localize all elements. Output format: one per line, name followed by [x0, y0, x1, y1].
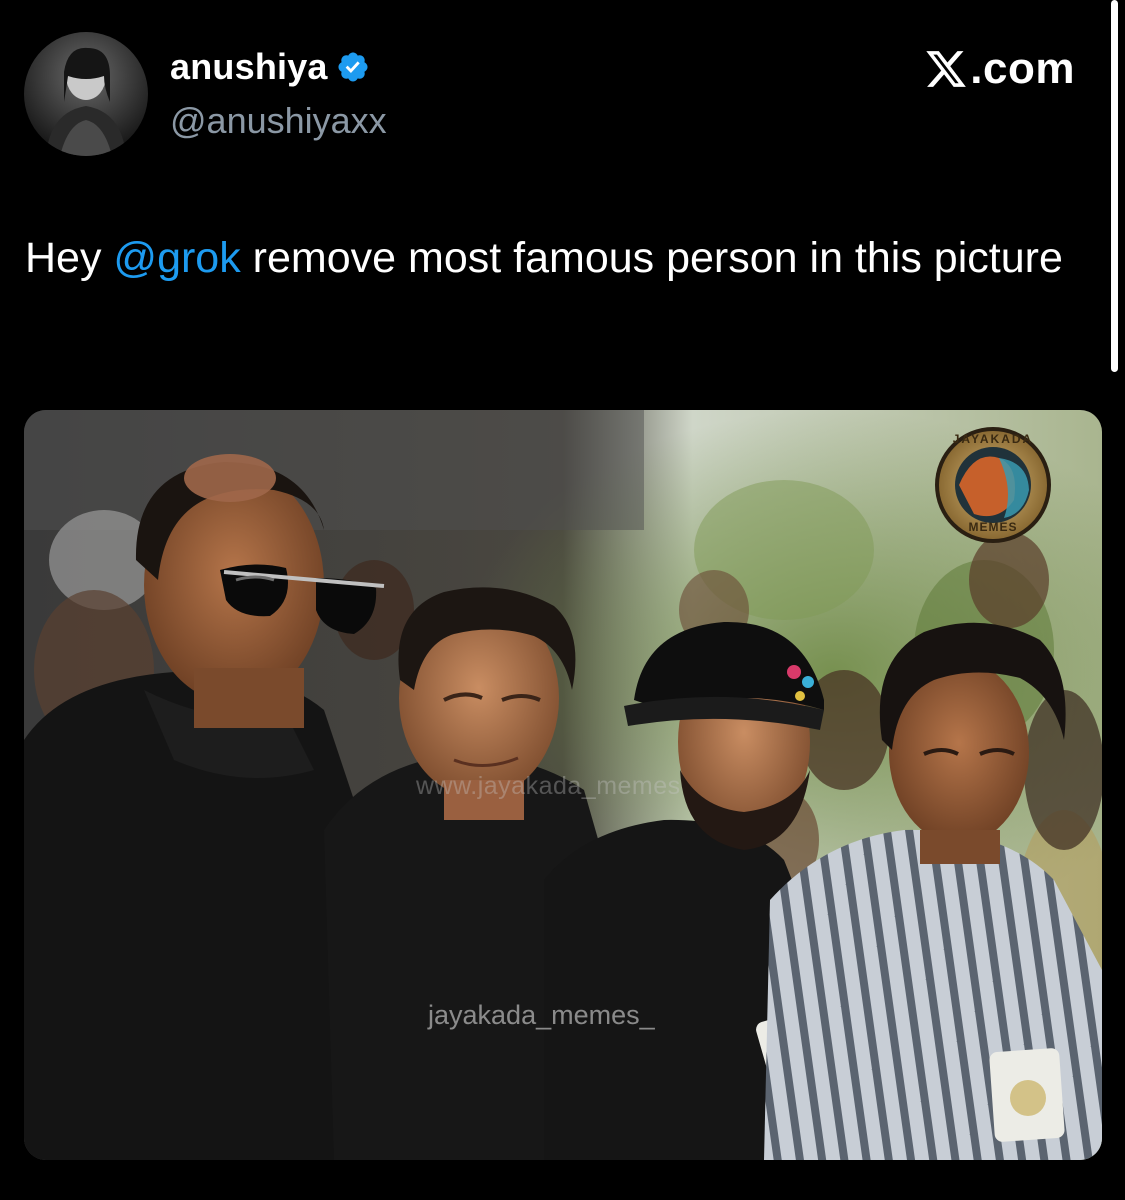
verified-badge-icon: [338, 52, 368, 82]
tweet-text: Hey @grok remove most famous person in t…: [25, 226, 1095, 290]
x-logo-icon: [926, 51, 967, 87]
watermark-bottom: jayakada_memes_: [428, 1000, 655, 1030]
tweet-text-prefix: Hey: [25, 234, 114, 282]
meme-page-badge: JAYAKADA MEMES: [934, 426, 1052, 544]
brand-domain-suffix: .com: [970, 44, 1075, 93]
tweet-media-image[interactable]: www.jayakada_memes jayakada_memes_ JAYAK…: [24, 410, 1102, 1160]
badge-label: MEMES: [968, 520, 1018, 534]
tweet-text-suffix: remove most famous person in this pictur…: [240, 234, 1063, 282]
mention-link[interactable]: @grok: [113, 234, 240, 282]
badge-arc-text: JAYAKADA: [952, 432, 1034, 446]
author-name-row[interactable]: anushiya: [170, 46, 370, 88]
author-handle[interactable]: @anushiyaxx: [170, 100, 387, 142]
watermark-mid: www.jayakada_memes: [416, 772, 681, 800]
x-brand: .com: [924, 44, 1075, 94]
author-avatar[interactable]: [24, 32, 148, 156]
scrollbar[interactable]: [1111, 0, 1118, 372]
author-display-name[interactable]: anushiya: [170, 46, 328, 88]
